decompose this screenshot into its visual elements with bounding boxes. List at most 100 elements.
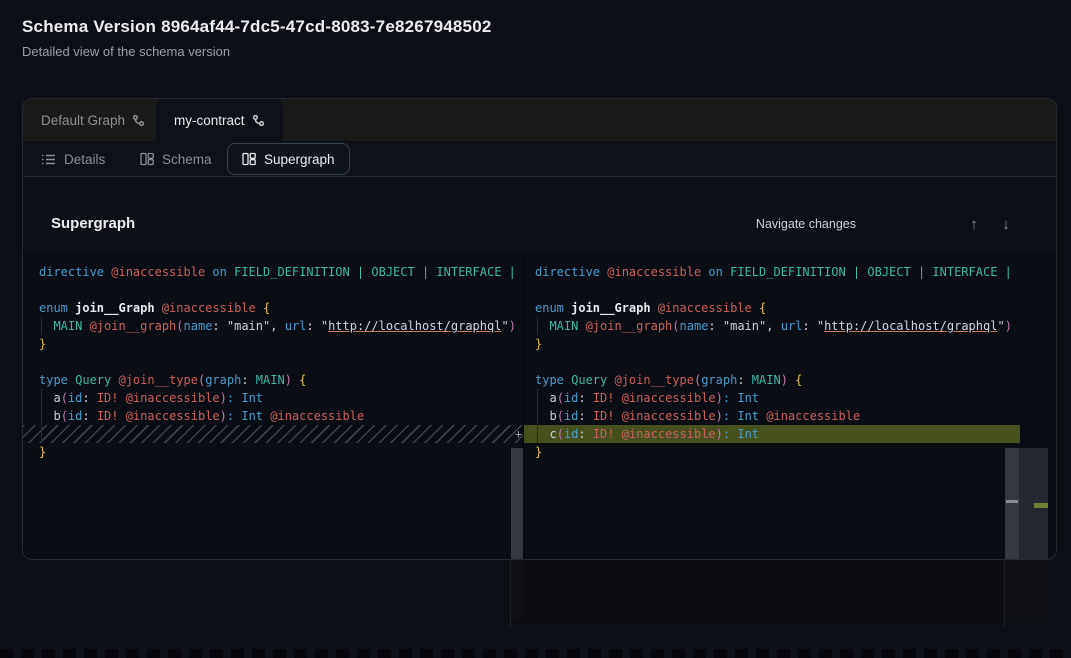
code-token: name xyxy=(680,319,709,333)
code-token: a xyxy=(535,391,557,405)
code-token: @inaccessible xyxy=(126,391,220,405)
code-line: a(id: ID! @inaccessible): Int xyxy=(535,389,1057,407)
code-line: } xyxy=(39,443,523,461)
code-token: id xyxy=(564,391,578,405)
code-token: MAIN xyxy=(752,373,781,387)
code-token: @inaccessible xyxy=(622,427,716,441)
code-token: | xyxy=(357,265,371,279)
code-token: url xyxy=(781,319,803,333)
code-token: OBJECT xyxy=(371,265,422,279)
code-token: : xyxy=(241,373,255,387)
code-token: @inaccessible xyxy=(111,265,212,279)
view-subtabs: Details Schema xyxy=(23,141,1056,177)
code-token: id xyxy=(564,427,578,441)
code-token: : xyxy=(212,319,226,333)
code-token: "main" xyxy=(723,319,766,333)
code-line: directive @inaccessible on FIELD_DEFINIT… xyxy=(535,263,1057,281)
indent-guide xyxy=(537,389,538,443)
code-token: : Int xyxy=(227,391,263,405)
code-token: b xyxy=(39,409,61,423)
navigate-changes-label: Navigate changes xyxy=(756,217,856,231)
code-line: type Query @join__type(graph: MAIN) { xyxy=(39,371,523,389)
code-token: ID! xyxy=(97,391,126,405)
code-token: ) xyxy=(716,409,723,423)
code-token: @inaccessible xyxy=(162,301,263,315)
code-token: @inaccessible xyxy=(622,409,716,423)
code-token: @join__graph xyxy=(90,319,177,333)
subtab-supergraph-label: Supergraph xyxy=(264,152,335,167)
diff-hatch-line xyxy=(23,425,523,443)
code-line: } xyxy=(535,443,1057,461)
code-token: ) xyxy=(509,319,516,333)
right-scrollbar-thumb[interactable] xyxy=(1005,448,1019,560)
code-token: @inaccessible xyxy=(270,409,364,423)
code-token: ) xyxy=(716,427,723,441)
diff-added-line: + c(id: ID! @inaccessible): Int xyxy=(524,425,1020,443)
code-token: ) xyxy=(716,391,723,405)
code-token: : xyxy=(578,427,592,441)
code-token: FIELD_DEFINITION xyxy=(234,265,357,279)
code-token: : xyxy=(708,319,722,333)
code-line xyxy=(535,353,1057,371)
code-token: MAIN xyxy=(549,319,585,333)
code-token: ( xyxy=(176,319,183,333)
code-token: : xyxy=(737,373,751,387)
code-token: MAIN xyxy=(256,373,285,387)
code-token: "main" xyxy=(227,319,270,333)
diff-editor: directive @inaccessible on FIELD_DEFINIT… xyxy=(23,251,1057,560)
subtab-details[interactable]: Details xyxy=(41,141,105,177)
code-token: ) xyxy=(285,373,292,387)
diff-left-pane[interactable]: directive @inaccessible on FIELD_DEFINIT… xyxy=(23,251,523,560)
code-token: @join__type xyxy=(118,373,197,387)
code-token: ( xyxy=(61,409,68,423)
tab-default-graph[interactable]: Default Graph xyxy=(23,99,163,141)
code-token: join__Graph xyxy=(571,301,658,315)
code-token: | xyxy=(509,265,516,279)
code-token: OBJECT xyxy=(867,265,918,279)
code-token: @inaccessible xyxy=(622,391,716,405)
page-title: Schema Version 8964af44-7dc5-47cd-8083-7… xyxy=(22,17,492,37)
code-token: | xyxy=(1005,265,1012,279)
code-token: ) xyxy=(220,391,227,405)
code-line xyxy=(39,281,523,299)
editor-overflow-background xyxy=(511,560,1004,624)
code-token: @inaccessible xyxy=(607,265,708,279)
code-token: url xyxy=(285,319,307,333)
diff-right-pane[interactable]: directive @inaccessible on FIELD_DEFINIT… xyxy=(523,251,1057,560)
code-token: enum xyxy=(39,301,75,315)
variant-icon xyxy=(132,114,145,127)
code-token: : xyxy=(82,409,96,423)
code-token: on xyxy=(708,265,730,279)
subtab-schema[interactable]: Schema xyxy=(140,141,212,177)
code-token: " xyxy=(321,319,328,333)
navigate-down-button[interactable]: ↓ xyxy=(994,212,1018,236)
tab-default-graph-label: Default Graph xyxy=(41,113,125,128)
schema-version-page: Schema Version 8964af44-7dc5-47cd-8083-7… xyxy=(0,0,1071,658)
tab-my-contract[interactable]: my-contract xyxy=(156,99,283,141)
code-line: a(id: ID! @inaccessible): Int xyxy=(39,389,523,407)
left-scrollbar-thumb[interactable] xyxy=(511,448,523,560)
code-token: ) xyxy=(1005,319,1012,333)
navigate-up-button[interactable]: ↑ xyxy=(962,212,986,236)
code-token: : Int xyxy=(723,427,759,441)
indent-guide xyxy=(41,317,42,335)
code-token: ID! xyxy=(593,409,622,423)
code-token: ID! xyxy=(97,409,126,423)
code-link[interactable]: http://localhost/graphql xyxy=(328,319,501,333)
code-token: { xyxy=(299,373,306,387)
code-token: directive xyxy=(39,265,111,279)
code-token: ( xyxy=(557,391,564,405)
code-token: id xyxy=(68,391,82,405)
code-token: { xyxy=(263,301,270,315)
code-token: } xyxy=(39,445,46,459)
code-link[interactable]: http://localhost/graphql xyxy=(824,319,997,333)
code-line: directive @inaccessible on FIELD_DEFINIT… xyxy=(39,263,523,281)
code-line: MAIN @join__graph(name: "main", url: "ht… xyxy=(535,317,1057,335)
subtab-supergraph[interactable]: Supergraph xyxy=(227,143,350,175)
code-token: | xyxy=(853,265,867,279)
minimap-added-marker xyxy=(1034,503,1048,508)
code-token: : xyxy=(578,409,592,423)
code-token: " xyxy=(997,319,1004,333)
code-token: MAIN xyxy=(53,319,89,333)
arrow-up-icon: ↑ xyxy=(970,216,978,233)
